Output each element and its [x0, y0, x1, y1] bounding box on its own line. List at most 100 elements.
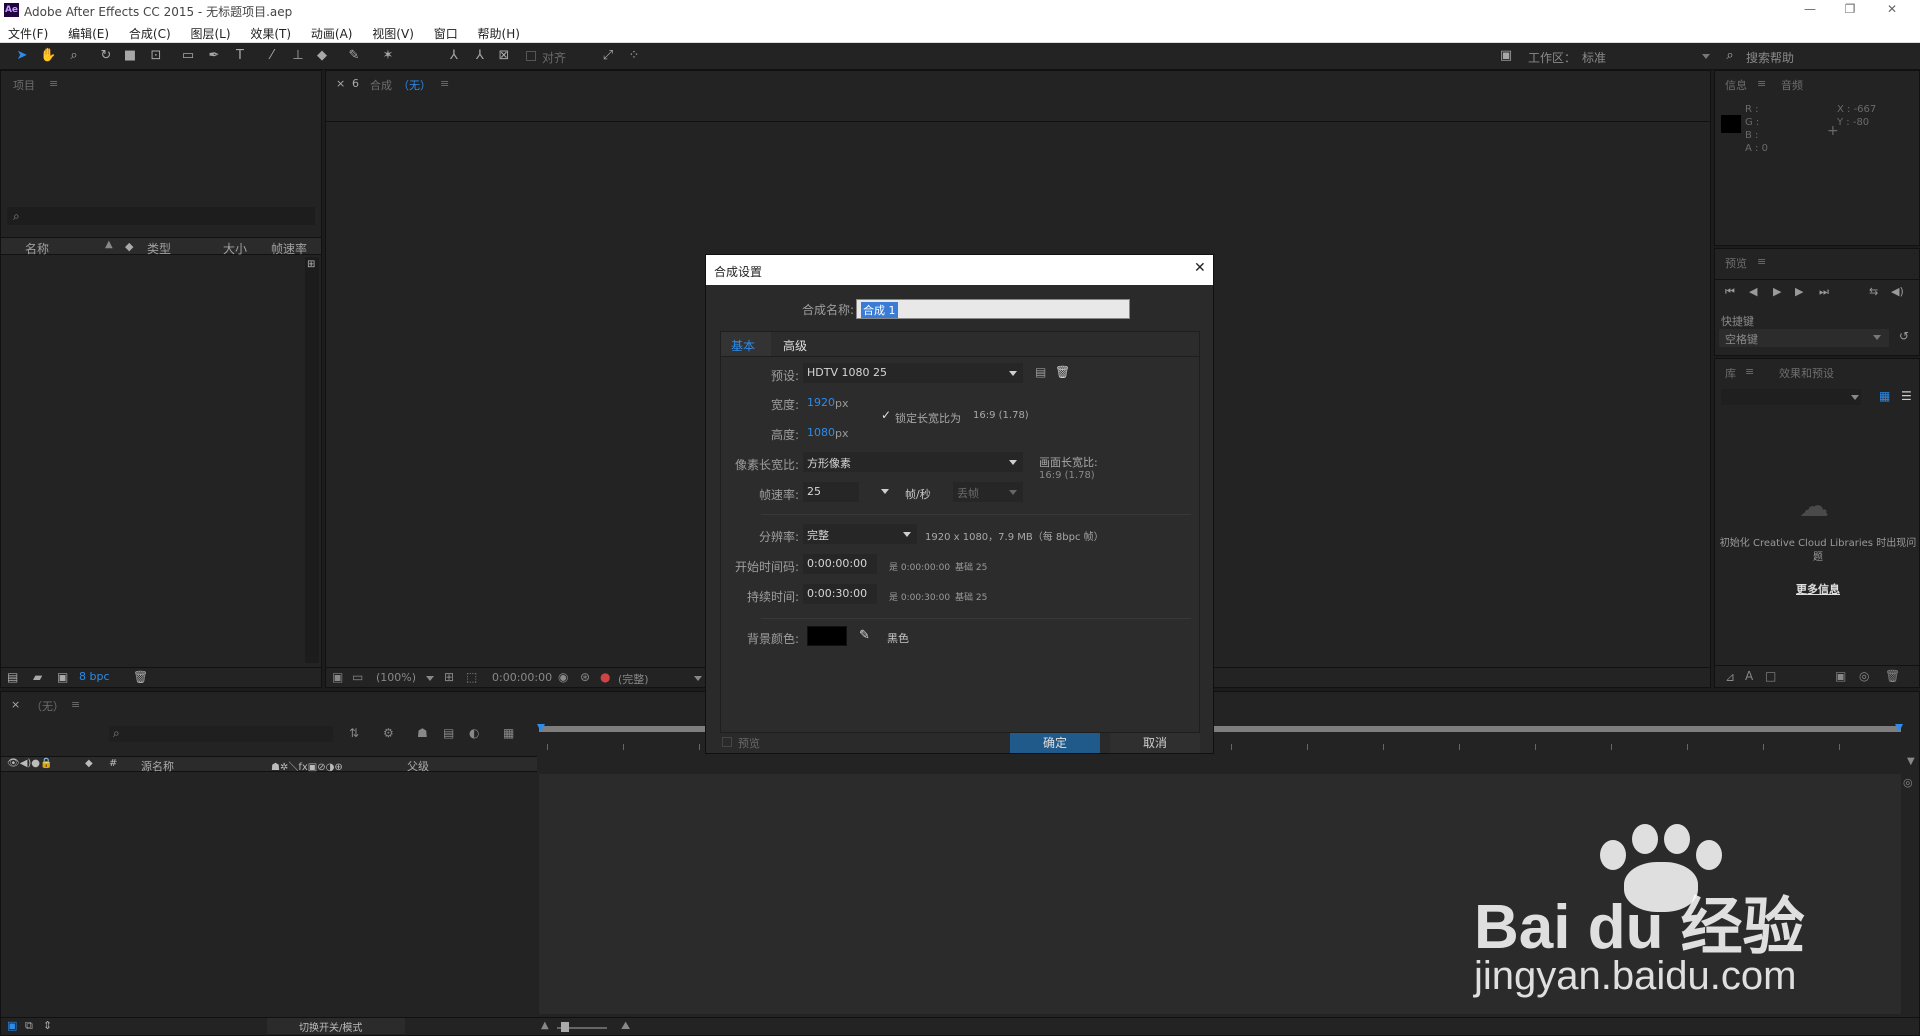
- rotate-tool-icon[interactable]: ↻: [98, 48, 114, 64]
- project-search-field[interactable]: ⌕: [7, 207, 315, 225]
- pen-tool-icon[interactable]: ✒: [206, 48, 222, 64]
- zoom-slider-thumb[interactable]: [561, 1022, 569, 1032]
- comp-tab-close-button[interactable]: ×: [336, 77, 345, 90]
- width-value[interactable]: 1920: [807, 396, 835, 409]
- comp-tab[interactable]: 合成: [370, 77, 392, 93]
- axis-world-icon[interactable]: ⅄: [472, 48, 488, 64]
- layer-outline[interactable]: [1, 774, 535, 1014]
- switches-icons[interactable]: ☗✲＼fx▣⊘◑⊕: [271, 758, 343, 773]
- comp-button-icon[interactable]: ▼: [1907, 756, 1915, 767]
- stock-icon[interactable]: ▣: [1835, 669, 1846, 683]
- timeline-zoom-icon[interactable]: ◎: [1903, 776, 1913, 789]
- preview-menu-icon[interactable]: ≡: [1757, 255, 1766, 268]
- always-preview-icon[interactable]: ▣: [332, 670, 343, 684]
- more-info-link[interactable]: 更多信息: [1719, 581, 1917, 597]
- rectangle-tool-icon[interactable]: ▭: [180, 48, 196, 64]
- first-frame-icon[interactable]: ⏮: [1725, 285, 1735, 299]
- fps-dropdown-icon[interactable]: [881, 489, 889, 494]
- play-icon[interactable]: ▶: [1773, 285, 1781, 298]
- maximize-button[interactable]: ❐: [1830, 2, 1870, 20]
- library-tab[interactable]: 库: [1725, 365, 1736, 381]
- camera-tool-icon[interactable]: ■: [122, 48, 138, 64]
- brush-tool-icon[interactable]: ⁄: [264, 48, 280, 64]
- draft-3d-icon[interactable]: ⚙: [383, 726, 394, 740]
- work-area-start-handle[interactable]: [537, 724, 545, 732]
- loop-icon[interactable]: ⇆: [1869, 285, 1878, 298]
- close-window-button[interactable]: ✕: [1872, 2, 1912, 20]
- add-color-icon[interactable]: □: [1765, 669, 1776, 683]
- zoom-tool-icon[interactable]: ⌕: [66, 48, 82, 64]
- comp-lock-icon[interactable]: 6: [352, 77, 359, 90]
- resolution-dropdown-icon[interactable]: [694, 676, 702, 681]
- bit-depth-button[interactable]: 8 bpc: [79, 670, 110, 683]
- sync-icon[interactable]: ◎: [1859, 669, 1869, 683]
- list-view-icon[interactable]: ☰: [1901, 389, 1912, 403]
- hand-tool-icon[interactable]: ✋: [40, 48, 56, 64]
- axis-view-icon[interactable]: ⊠: [496, 48, 512, 64]
- comp-mini-flowchart-icon[interactable]: ⇅: [349, 726, 359, 740]
- axis-local-icon[interactable]: ⅄: [446, 48, 462, 64]
- in-out-toggle-icon[interactable]: ⇕: [43, 1019, 52, 1032]
- resolution-select[interactable]: (完整): [618, 671, 649, 687]
- tab-advanced[interactable]: 高级: [773, 332, 823, 356]
- graph-editor-icon[interactable]: ▦: [503, 726, 514, 740]
- pan-behind-tool-icon[interactable]: ⊡: [148, 48, 164, 64]
- menu-effect[interactable]: 效果(T): [242, 21, 299, 42]
- library-select[interactable]: [1721, 389, 1861, 405]
- save-preset-icon[interactable]: ▤: [1035, 365, 1046, 379]
- previous-frame-icon[interactable]: ◀: [1749, 285, 1757, 298]
- mute-icon[interactable]: ◀): [1891, 285, 1904, 298]
- ok-button[interactable]: 确定: [1010, 733, 1100, 753]
- preview-checkbox[interactable]: [722, 737, 732, 747]
- column-name[interactable]: 名称: [25, 240, 49, 257]
- add-element-icon[interactable]: ⊿: [1725, 670, 1735, 684]
- preview-tab[interactable]: 预览: [1725, 255, 1747, 271]
- project-menu-icon[interactable]: ≡: [49, 77, 58, 90]
- reset-icon[interactable]: ↺: [1899, 329, 1909, 343]
- transfer-controls-toggle-icon[interactable]: ⧉: [25, 1019, 33, 1033]
- comp-name-input[interactable]: 合成 1: [856, 299, 1130, 319]
- last-frame-icon[interactable]: ⏭: [1819, 285, 1829, 299]
- timeline-search-field[interactable]: ⌕: [109, 726, 333, 742]
- menu-file[interactable]: 文件(F): [0, 21, 56, 42]
- search-help-input[interactable]: 搜索帮助: [1746, 49, 1794, 66]
- source-name-column[interactable]: 源名称: [141, 758, 174, 774]
- toggle-switches-modes-button[interactable]: 切换开关/模式: [299, 1019, 362, 1034]
- next-frame-icon[interactable]: ▶: [1795, 285, 1803, 298]
- av-features-icons[interactable]: 👁◀)●🔒: [7, 758, 52, 769]
- library-menu-icon[interactable]: ≡: [1745, 365, 1754, 378]
- motion-blur-icon[interactable]: ◐: [469, 726, 479, 740]
- menu-animation[interactable]: 动画(A): [303, 21, 361, 42]
- menu-window[interactable]: 窗口: [426, 21, 466, 42]
- show-channel-icon[interactable]: ⊛: [580, 670, 590, 684]
- label-column-icon[interactable]: ◆: [85, 758, 93, 769]
- audio-tab[interactable]: 音频: [1781, 77, 1803, 93]
- timeline-menu-icon[interactable]: ≡: [71, 698, 80, 711]
- bg-color-swatch[interactable]: [807, 626, 847, 646]
- project-scrollbar[interactable]: [305, 257, 319, 663]
- zoom-out-icon[interactable]: ▲: [541, 1020, 549, 1031]
- preset-select[interactable]: HDTV 1080 25: [803, 363, 1023, 383]
- lock-aspect-checkbox[interactable]: ✓: [881, 408, 891, 422]
- selection-tool-icon[interactable]: ➤: [14, 48, 30, 64]
- region-icon[interactable]: ⬚: [466, 670, 477, 684]
- comp-menu-icon[interactable]: ≡: [440, 77, 449, 90]
- trash-icon[interactable]: 🗑: [133, 670, 148, 684]
- shortcut-dropdown-icon[interactable]: [1873, 335, 1881, 340]
- display-icon[interactable]: ▭: [352, 670, 363, 684]
- timeline-tab[interactable]: （无）: [31, 698, 64, 714]
- work-area-end-handle[interactable]: [1895, 724, 1903, 732]
- column-type[interactable]: 类型: [147, 240, 171, 257]
- number-column-icon[interactable]: #: [109, 758, 117, 769]
- zoom-dropdown-icon[interactable]: [426, 676, 434, 681]
- height-value[interactable]: 1080: [807, 426, 835, 439]
- workspace-icon[interactable]: ▣: [1496, 48, 1516, 64]
- workspace-select[interactable]: 标准: [1582, 49, 1606, 66]
- zoom-select[interactable]: (100%): [376, 671, 416, 684]
- grid-view-icon[interactable]: ▦: [1879, 389, 1890, 403]
- info-menu-icon[interactable]: ≡: [1757, 77, 1766, 90]
- label-tag-icon[interactable]: ◆: [125, 240, 133, 253]
- fps-input[interactable]: 25: [803, 482, 859, 502]
- roto-brush-tool-icon[interactable]: ✎: [346, 48, 362, 64]
- menu-view[interactable]: 视图(V): [364, 21, 422, 42]
